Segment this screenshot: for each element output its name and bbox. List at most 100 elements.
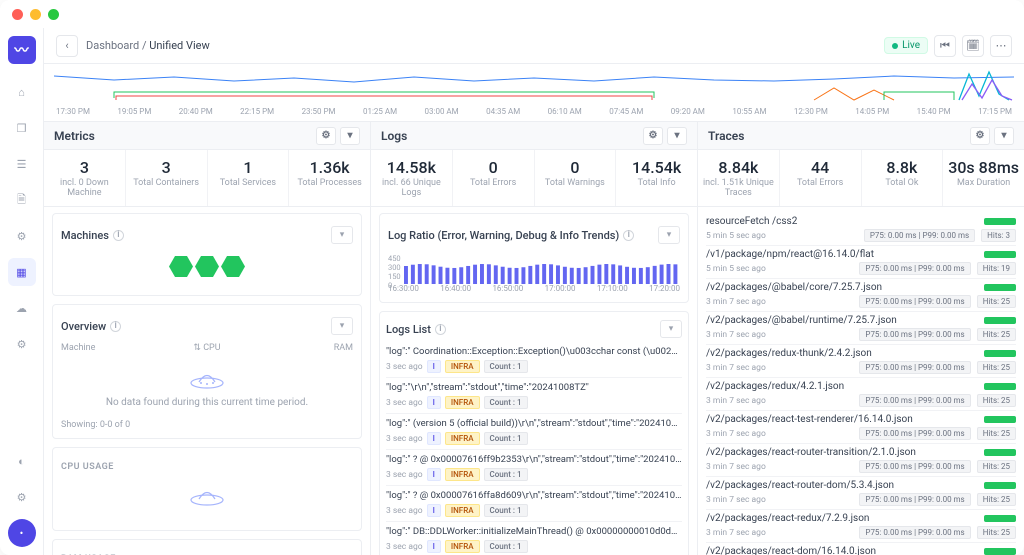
info-icon[interactable]: i [113, 230, 124, 241]
trace-progress-bar [984, 284, 1016, 291]
machines-filter-button[interactable]: ▾ [331, 226, 353, 244]
logs-gear-button[interactable]: ⚙ [643, 127, 663, 145]
trace-name: /v2/packages/react-redux/7.2.9.json [706, 513, 978, 524]
kpi-value: 1.36k [291, 158, 368, 177]
kpi-value: 44 [782, 158, 859, 177]
log-count-tag: Count : 1 [484, 540, 528, 553]
breadcrumb-root[interactable]: Dashboard [86, 39, 139, 52]
info-icon[interactable]: i [435, 324, 446, 335]
nav-dashboard-icon[interactable]: ▦ [8, 258, 36, 286]
info-icon[interactable]: i [110, 321, 121, 332]
trace-progress-bar [984, 548, 1016, 555]
trace-time: 3 min 7 sec ago [706, 330, 766, 340]
logs-kpi-row: 14.58kincl. 66 Unique Logs0Total Errors0… [371, 150, 697, 207]
log-count-tag: Count : 1 [484, 432, 528, 445]
close-window-icon[interactable] [12, 9, 23, 20]
log-text: "log":" ? @ 0x00007616ff9b2353\r\n","str… [386, 454, 682, 465]
ufo-icon [187, 482, 227, 510]
nav-help-icon[interactable]: ◐ [8, 447, 36, 475]
trace-entry[interactable]: /v2/packages/@babel/runtime/7.25.7.json3… [706, 312, 1016, 345]
timeline-chart[interactable]: 17:30 PM19:05 PM20:40 PM22:15 PM23:50 PM… [44, 64, 1024, 122]
kpi: 3Total Containers [126, 150, 208, 206]
log-level-tag: I [427, 360, 441, 373]
machine-hex[interactable] [169, 256, 193, 277]
trace-latency-tag: P75: 0.00 ms | P99: 0.00 ms [859, 262, 970, 275]
nav-user-avatar[interactable]: • [8, 519, 36, 547]
log-entry[interactable]: "log":" ? @ 0x00007616ff9b2353\r\n","str… [386, 450, 682, 486]
cpu-usage-title: CPU USAGE [61, 462, 353, 472]
trace-latency-tag: P75: 0.00 ms | P99: 0.00 ms [864, 229, 975, 242]
trace-entry[interactable]: /v1/package/npm/react@16.14.0/flat5 min … [706, 246, 1016, 279]
trace-entry[interactable]: /v2/packages/react-router-dom/5.3.4.json… [706, 477, 1016, 510]
trace-time: 3 min 7 sec ago [706, 297, 766, 307]
nav-home-icon[interactable]: ⌂ [8, 78, 36, 106]
log-entry[interactable]: "log":" ? @ 0x00007616ffa8d609\r\n","str… [386, 486, 682, 522]
traces-dropdown-button[interactable]: ▾ [994, 127, 1014, 145]
window-titlebar [0, 0, 1024, 28]
back-button[interactable]: ‹ [56, 35, 78, 57]
logs-list-filter-button[interactable]: ▾ [660, 320, 682, 338]
trace-entry[interactable]: /v2/packages/@babel/core/7.25.7.json3 mi… [706, 279, 1016, 312]
log-text: "log":" (version 5 (official build))\r\n… [386, 418, 682, 429]
log-entry[interactable]: "log":" Coordination::Exception::Excepti… [386, 342, 682, 378]
metrics-dropdown-button[interactable]: ▾ [340, 127, 360, 145]
trace-entry[interactable]: /v2/packages/react-dom/16.14.0.json3 min… [706, 543, 1016, 555]
log-entry[interactable]: "log":" (version 5 (official build))\r\n… [386, 414, 682, 450]
nav-cubes-icon[interactable]: ❒ [8, 114, 36, 142]
traces-gear-button[interactable]: ⚙ [970, 127, 990, 145]
trace-hits-tag: Hits: 25 [977, 328, 1016, 341]
calendar-button[interactable]: 🗓 [962, 35, 984, 57]
trace-entry[interactable]: resourceFetch /css25 min 5 sec agoP75: 0… [706, 213, 1016, 246]
trace-hits-tag: Hits: 25 [977, 394, 1016, 407]
info-icon[interactable]: i [623, 230, 634, 241]
log-entry[interactable]: "log":" DB::DDLWorker::initializeMainThr… [386, 522, 682, 555]
log-service-tag: INFRA [445, 504, 480, 517]
trace-entry[interactable]: /v2/packages/redux-thunk/2.4.2.json3 min… [706, 345, 1016, 378]
traces-panel: Traces ⚙ ▾ 8.84kincl. 1.51k Unique Trace… [698, 122, 1024, 555]
minimize-window-icon[interactable] [30, 9, 41, 20]
trace-time: 3 min 7 sec ago [706, 363, 766, 373]
log-service-tag: INFRA [445, 432, 480, 445]
machine-hex[interactable] [195, 256, 219, 277]
log-ratio-filter-button[interactable]: ▾ [658, 226, 680, 244]
trace-time: 5 min 5 sec ago [706, 231, 766, 241]
overview-title: Overview [61, 320, 106, 333]
nav-monitor-icon[interactable]: ⚙ [8, 222, 36, 250]
trace-entry[interactable]: /v2/packages/react-router-transition/2.1… [706, 444, 1016, 477]
log-entry[interactable]: "log":"\r\n","stream":"stdout","time":"2… [386, 378, 682, 414]
kpi: 0Total Warnings [535, 150, 617, 206]
log-count-tag: Count : 1 [484, 396, 528, 409]
trace-entry[interactable]: /v2/packages/react-test-renderer/16.14.0… [706, 411, 1016, 444]
trace-progress-bar [984, 416, 1016, 423]
log-ratio-chart[interactable]: 450 300 150 0 16:30:0016:40:0 [388, 248, 680, 294]
log-time: 3 sec ago [386, 506, 423, 516]
nav-cloud-icon[interactable]: ☁ [8, 294, 36, 322]
trace-entry[interactable]: /v2/packages/react-redux/7.2.9.json3 min… [706, 510, 1016, 543]
nav-list-icon[interactable]: ☰ [8, 150, 36, 178]
col-cpu[interactable]: CPU [203, 343, 220, 353]
col-ram[interactable]: RAM [256, 343, 353, 353]
overview-filter-button[interactable]: ▾ [331, 317, 353, 335]
traces-list: resourceFetch /css25 min 5 sec agoP75: 0… [698, 207, 1024, 555]
log-count-tag: Count : 1 [484, 360, 528, 373]
live-badge[interactable]: Live [884, 37, 928, 54]
maximize-window-icon[interactable] [48, 9, 59, 20]
more-menu-button[interactable]: ⋯ [990, 35, 1012, 57]
nav-gear-icon[interactable]: ⚙ [8, 330, 36, 358]
timeline-labels: 17:30 PM19:05 PM20:40 PM22:15 PM23:50 PM… [54, 107, 1014, 116]
machines-title: Machines [61, 229, 109, 242]
nav-settings-icon[interactable]: ⚙ [8, 483, 36, 511]
log-time: 3 sec ago [386, 470, 423, 480]
metrics-gear-button[interactable]: ⚙ [316, 127, 336, 145]
kpi-value: 3 [128, 158, 205, 177]
rewind-button[interactable]: ⏮ [934, 35, 956, 57]
log-text: "log":"\r\n","stream":"stdout","time":"2… [386, 382, 682, 393]
app-logo[interactable]: 〰 [8, 36, 36, 64]
log-level-tag: I [427, 468, 441, 481]
machine-hex[interactable] [221, 256, 245, 277]
nav-file-icon[interactable]: 🗎 [8, 186, 36, 214]
logs-dropdown-button[interactable]: ▾ [667, 127, 687, 145]
trace-entry[interactable]: /v2/packages/redux/4.2.1.json3 min 7 sec… [706, 378, 1016, 411]
kpi-value: 8.8k [864, 158, 941, 177]
trace-time: 5 min 5 sec ago [706, 264, 766, 274]
